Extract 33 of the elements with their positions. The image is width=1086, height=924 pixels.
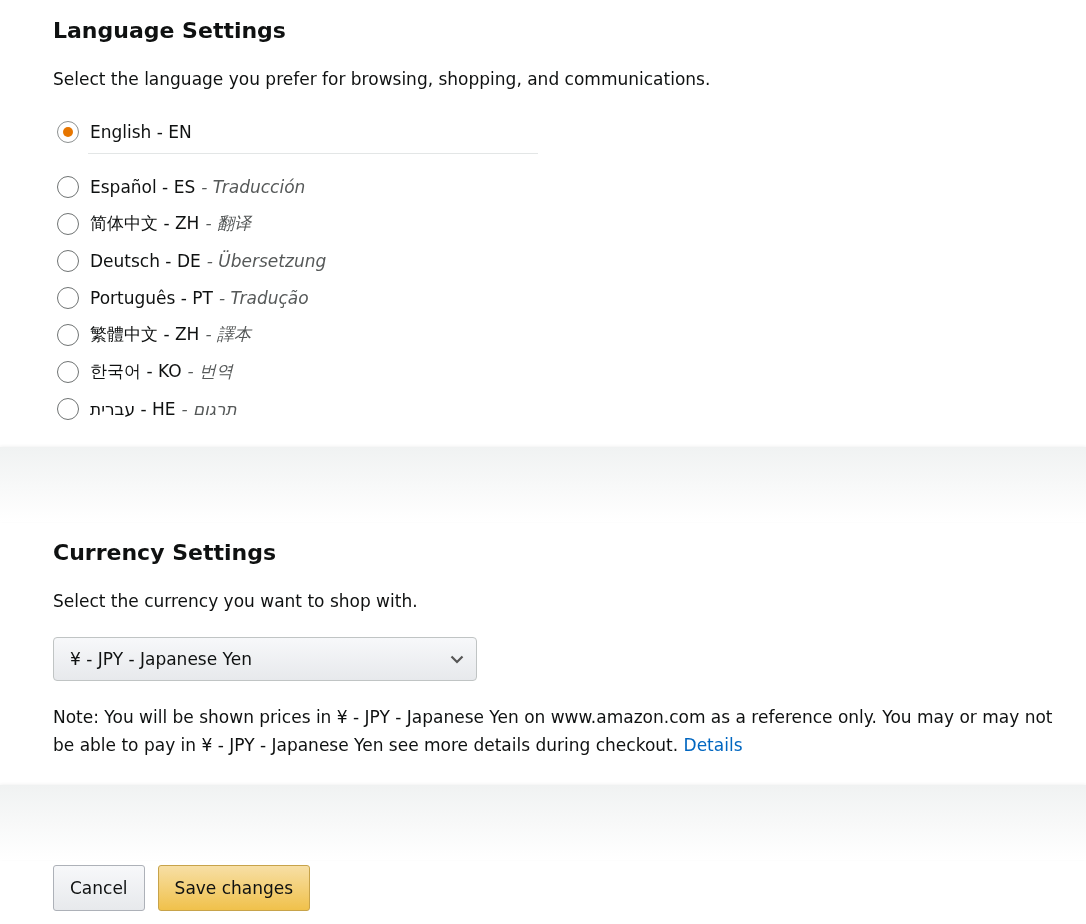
translation-label: - Tradução	[218, 287, 309, 308]
radio-button[interactable]	[57, 249, 79, 272]
language-option[interactable]: Deutsch - DE	[90, 250, 201, 271]
radio-button[interactable]	[57, 175, 79, 198]
language-option[interactable]: עברית - HE	[90, 398, 176, 419]
radio-button[interactable]	[57, 121, 79, 143]
chevron-down-icon	[450, 654, 464, 664]
radio-button[interactable]	[57, 397, 79, 420]
currency-dropdown[interactable]: ¥ - JPY - Japanese Yen	[53, 637, 477, 681]
description-text: Select the language you prefer for browsing, shopping, and communications.	[53, 69, 712, 89]
translation-label: - Übersetzung	[206, 250, 327, 271]
language-option[interactable]: 繁體中文 - ZH	[90, 323, 200, 346]
description-text: Select the currency you want to shop with.	[53, 591, 419, 611]
section-heading: Language Settings	[53, 18, 287, 43]
note-text: Note: You will be shown prices in ¥ - JPY - Japanese Yen on www.amazon.com as a reference only. You may or may not be able to pay in ¥ - JPY - Japanese Yen see more details during checkout. Details	[53, 706, 1054, 757]
translation-label: - תרגום	[181, 398, 237, 419]
language-option[interactable]: English - EN	[90, 122, 192, 142]
language-option[interactable]: Español - ES	[90, 176, 196, 197]
translation-label: - 번역	[187, 360, 234, 383]
translation-label: - 翻译	[205, 212, 251, 235]
translation-label: - 譯本	[205, 323, 251, 346]
translation-label: - Traducción	[201, 176, 306, 197]
details-link[interactable]: Details	[683, 735, 743, 755]
language-option[interactable]: Português - PT	[90, 287, 213, 308]
language-option[interactable]: 简体中文 - ZH	[90, 212, 200, 235]
language-option[interactable]: 한국어 - KO	[90, 360, 182, 383]
section-heading: Currency Settings	[53, 540, 277, 565]
radio-button[interactable]	[57, 212, 79, 235]
radio-button[interactable]	[57, 323, 79, 346]
save-button[interactable]: Save changes	[157, 865, 311, 911]
radio-button[interactable]	[57, 360, 79, 383]
radio-button[interactable]	[57, 286, 79, 309]
cancel-button[interactable]: Cancel	[53, 865, 145, 911]
